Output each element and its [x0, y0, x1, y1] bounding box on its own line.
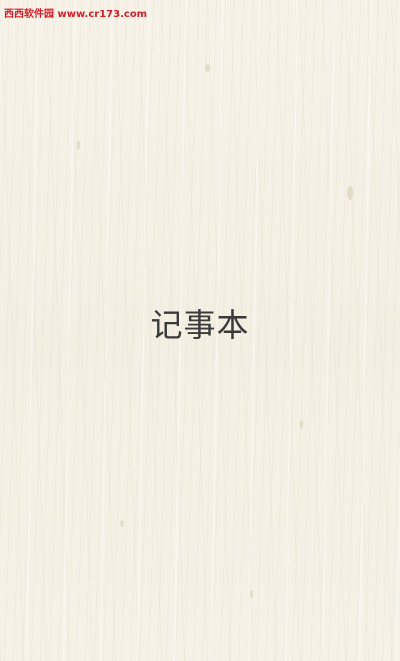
texture-speck — [120, 520, 124, 527]
texture-speck — [250, 590, 253, 598]
texture-speck — [347, 186, 353, 200]
watermark-text: 西西软件园 www.cr173.com — [4, 9, 148, 20]
texture-speck — [77, 140, 80, 150]
texture-speck — [205, 64, 210, 72]
splash-screen: 西西软件园 www.cr173.com 记事本 — [0, 0, 400, 661]
app-title: 记事本 — [150, 306, 250, 344]
texture-speck — [300, 420, 303, 429]
